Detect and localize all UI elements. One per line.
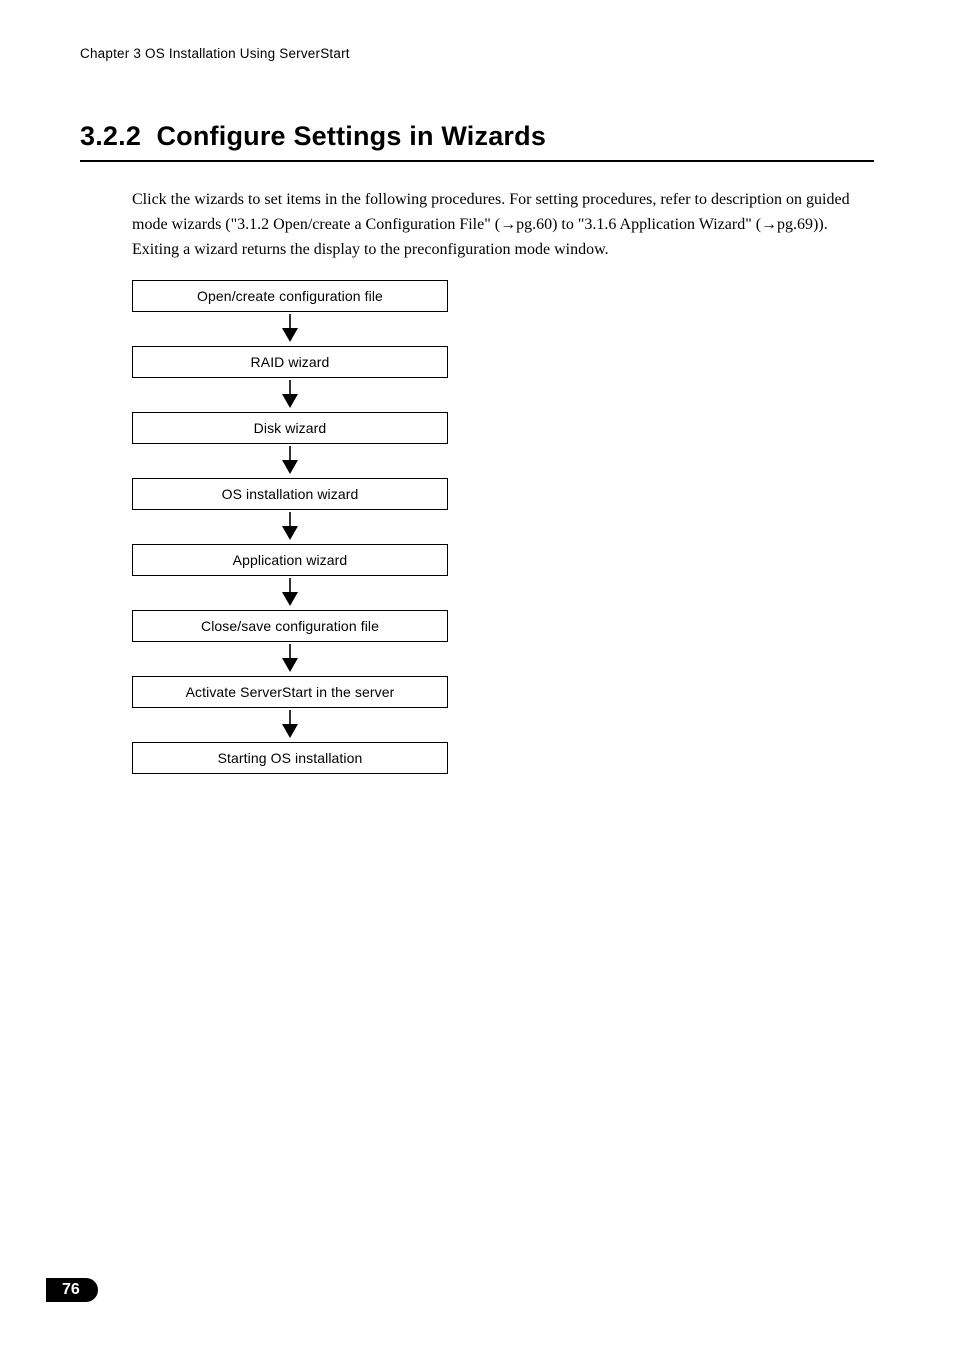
flow-arrow-icon [132, 312, 448, 346]
flow-step-start-os-install: Starting OS installation [132, 742, 448, 774]
flow-arrow-icon [132, 708, 448, 742]
paragraph-2: Exiting a wizard returns the display to … [132, 238, 874, 263]
flow-step-application-wizard: Application wizard [132, 544, 448, 576]
running-header: Chapter 3 OS Installation Using ServerSt… [80, 46, 874, 61]
xref-link-application-wizard[interactable]: "3.1.6 Application Wizard" (→pg.69) [578, 216, 819, 233]
xref-link-open-create[interactable]: "3.1.2 Open/create a Configuration File"… [231, 216, 558, 233]
flowchart: Open/create configuration file RAID wiza… [132, 280, 448, 774]
page: Chapter 3 OS Installation Using ServerSt… [0, 0, 954, 1348]
paragraph-1: Click the wizards to set items in the fo… [132, 188, 874, 238]
section-heading: 3.2.2 Configure Settings in Wizards [80, 121, 874, 152]
section-title-text: Configure Settings in Wizards [156, 121, 546, 151]
flow-step-disk-wizard: Disk wizard [132, 412, 448, 444]
flow-step-open-create: Open/create configuration file [132, 280, 448, 312]
flow-arrow-icon [132, 510, 448, 544]
flow-arrow-icon [132, 576, 448, 610]
page-footer: 76 [0, 1278, 954, 1302]
section-number: 3.2.2 [80, 121, 141, 151]
flow-step-activate-serverstart: Activate ServerStart in the server [132, 676, 448, 708]
body-text-fragment: to [557, 216, 577, 233]
flow-arrow-icon [132, 444, 448, 478]
flow-arrow-icon [132, 378, 448, 412]
flow-step-os-install-wizard: OS installation wizard [132, 478, 448, 510]
section-underline [80, 160, 874, 162]
flow-arrow-icon [132, 642, 448, 676]
flow-step-raid-wizard: RAID wizard [132, 346, 448, 378]
page-number-badge: 76 [46, 1278, 98, 1302]
body-text-fragment: ). [818, 216, 827, 233]
footer-rule [46, 1288, 908, 1291]
flow-step-close-save: Close/save configuration file [132, 610, 448, 642]
body-block: Click the wizards to set items in the fo… [80, 188, 874, 774]
